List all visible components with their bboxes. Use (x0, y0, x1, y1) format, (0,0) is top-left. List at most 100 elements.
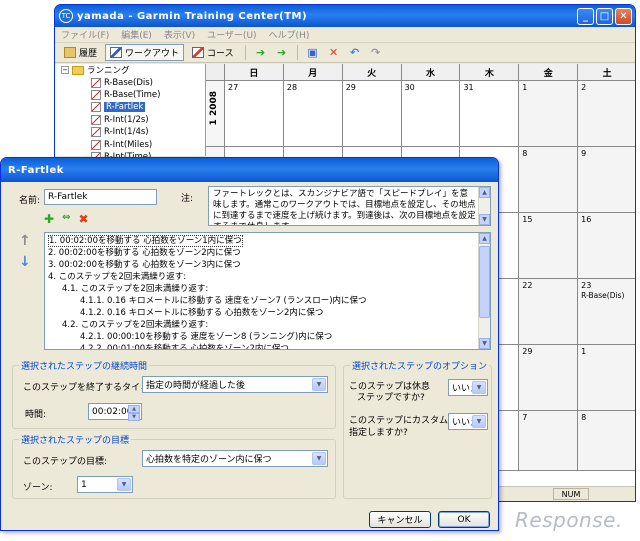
tree-folder-running[interactable]: − ランニング (55, 64, 205, 76)
tree-item-selected[interactable]: R-Fartlek (55, 101, 205, 113)
step-item[interactable]: 2. 00:02:00を移動する 心拍数をゾーン2内に保つ (48, 247, 476, 259)
step-text: 3. 00:02:00を移動する 心拍数をゾーン3内に保つ (48, 260, 241, 270)
dialog-titlebar[interactable]: R-Fartlek (1, 158, 498, 182)
scroll-down-icon[interactable]: ▼ (479, 338, 490, 349)
tree-item[interactable]: R-Base(Dis) (55, 76, 205, 88)
scroll-thumb[interactable] (479, 246, 490, 318)
tree-item[interactable]: R-Int(1/4s) (55, 126, 205, 138)
steps-list[interactable]: 1. 00:02:00を移動する 心拍数をゾーン1内に保つ 2. 00:02:00… (44, 232, 491, 350)
menu-file[interactable]: ファイル(F) (61, 28, 109, 41)
chevron-down-icon[interactable]: ▼ (117, 478, 131, 491)
history-button[interactable]: 履歴 (59, 44, 102, 61)
minimize-button[interactable]: _ (577, 7, 594, 25)
menu-user[interactable]: ユーザー(U) (207, 28, 256, 41)
step-item[interactable]: 1. 00:02:00を移動する 心拍数をゾーン1内に保つ (48, 235, 476, 247)
calendar-day-cell[interactable]: 8 (519, 147, 579, 212)
step-item[interactable]: 4.2.1. 00:00:10を移動する 速度をゾーン8 (ランニング)内に保つ (48, 331, 476, 343)
send-to-device-icon[interactable]: ➔ (252, 44, 270, 61)
collapse-icon[interactable]: − (61, 66, 69, 75)
chevron-down-icon[interactable]: ▼ (472, 381, 486, 394)
calendar-day-cell[interactable]: 30 (402, 81, 461, 146)
zone-select[interactable]: 1 ▼ (77, 476, 133, 493)
scroll-down-icon[interactable]: ▼ (479, 214, 490, 225)
menu-view[interactable]: 表示(V) (164, 28, 195, 41)
calendar-day-cell[interactable]: 15 (519, 213, 579, 278)
calendar-day-cell[interactable]: 1 (519, 81, 579, 146)
day-number: 7 (522, 413, 528, 422)
notes-scrollbar[interactable]: ▲ ▼ (478, 187, 490, 225)
step-item[interactable]: 4. このステップを2回未満繰り返す: (48, 271, 476, 283)
calendar-day-cell[interactable]: 7 (519, 411, 579, 470)
tree-item-label: R-Int(1/4s) (104, 127, 149, 138)
calendar-day-cell[interactable]: 29 (519, 345, 579, 410)
time-stepper[interactable]: 00:02:00 ▲ ▼ (88, 403, 142, 421)
close-button[interactable]: ✕ (615, 7, 632, 25)
notes-textarea[interactable]: ファートレックとは、スカンジナビア語で「スピードプレイ」を意味します。通常このワ… (208, 186, 491, 226)
tree-item[interactable]: R-Base(Time) (55, 89, 205, 101)
rest-step-select[interactable]: いいえ ▼ (448, 379, 488, 396)
toolbar-separator (244, 45, 246, 60)
main-titlebar[interactable]: TC yamada - Garmin Training Center(TM) _… (55, 5, 635, 27)
chevron-down-icon[interactable]: ▼ (472, 415, 486, 428)
repeat-step-icon[interactable]: ⇔ (62, 212, 70, 226)
calendar-day-cell[interactable]: 23 R-Base(Dis) (578, 279, 635, 344)
day-number: 8 (522, 149, 528, 158)
day-number: 8 (581, 413, 587, 422)
redo-icon[interactable]: ↷ (367, 44, 385, 61)
target-select[interactable]: 心拍数を特定のゾーン内に保つ ▼ (142, 450, 328, 467)
move-down-icon[interactable]: ↓ (19, 254, 31, 270)
delete-step-icon[interactable]: ✖ (78, 212, 88, 226)
custom-name-select[interactable]: いいえ ▼ (448, 413, 488, 430)
calendar-day-cell[interactable]: 9 (578, 147, 635, 212)
calendar-day-cell[interactable]: 31 (460, 81, 520, 146)
tree-item[interactable]: R-Int(1/2s) (55, 114, 205, 126)
menu-edit[interactable]: 編集(E) (121, 28, 152, 41)
step-item[interactable]: 4.1. このステップを2回未満繰り返す: (48, 283, 476, 295)
undo-icon[interactable]: ↶ (346, 44, 364, 61)
chevron-down-icon[interactable]: ▼ (312, 452, 326, 465)
step-item[interactable]: 3. 00:02:00を移動する 心拍数をゾーン3内に保つ (48, 259, 476, 271)
cancel-button[interactable]: キャンセル (369, 511, 431, 528)
target-label: このステップの目標: (23, 457, 108, 467)
step-text: 4.2. このステップを2回未満繰り返す: (62, 320, 209, 330)
calendar-day-cell[interactable]: 8 (578, 411, 635, 470)
calendar-day-cell[interactable]: 16 (578, 213, 635, 278)
duration-group-title: 選択されたステップの継続時間 (19, 359, 150, 372)
name-input[interactable]: R-Fartlek (44, 189, 157, 205)
chevron-down-icon[interactable]: ▼ (312, 378, 326, 391)
day-header: 火 (343, 64, 402, 80)
step-item[interactable]: 4.1.2. 0.16 キロメートルに移動する 心拍数をゾーン2内に保つ (48, 307, 476, 319)
receive-from-device-icon[interactable]: ➔ (273, 44, 291, 61)
end-timing-select[interactable]: 指定の時間が経過した後 ▼ (142, 376, 328, 393)
properties-icon[interactable]: ▣ (304, 44, 322, 61)
calendar-header: 日 月 火 水 木 金 土 (206, 64, 635, 81)
workout-tree: − ランニング R-Base(Dis) R-Base(Time) R-Fartl… (55, 64, 206, 162)
workout-button[interactable]: ワークアウト (105, 44, 185, 61)
calendar-day-cell[interactable]: 29 (343, 81, 402, 146)
calendar-day-cell[interactable]: 2 (578, 81, 635, 146)
course-button[interactable]: コース (187, 44, 239, 61)
maximize-button[interactable]: □ (596, 7, 613, 25)
scroll-up-icon[interactable]: ▲ (479, 187, 490, 198)
calendar-day-cell[interactable]: 1 (578, 345, 635, 410)
zone-value: 1 (81, 479, 87, 490)
menu-help[interactable]: ヘルプ(H) (269, 28, 310, 41)
scroll-up-icon[interactable]: ▲ (479, 233, 490, 244)
spin-icon[interactable]: ▲ ▼ (128, 405, 140, 421)
move-up-icon[interactable]: ↑ (19, 233, 31, 249)
add-step-icon[interactable]: ✚ (44, 212, 54, 226)
calendar-day-cell[interactable]: 22 (519, 279, 579, 344)
step-item[interactable]: 4.2.2. 00:01:00を移動する 心拍数をゾーン2内に保つ (48, 343, 476, 349)
step-text: 4.1.2. 0.16 キロメートルに移動する 心拍数をゾーン2内に保つ (80, 308, 324, 318)
delete-icon[interactable]: ✕ (325, 44, 343, 61)
calendar-day-cell[interactable]: 28 (284, 81, 343, 146)
calendar-event[interactable]: R-Base(Dis) (581, 291, 633, 300)
day-number: 9 (581, 149, 587, 158)
day-number: 29 (522, 347, 533, 356)
step-item[interactable]: 4.1.1. 0.16 キロメートルに移動する 速度をゾーン7 (ランスロー)内… (48, 295, 476, 307)
ok-button[interactable]: OK (438, 511, 490, 528)
calendar-day-cell[interactable]: 27 (225, 81, 284, 146)
tree-item[interactable]: R-Int(Miles) (55, 138, 205, 150)
step-item[interactable]: 4.2. このステップを2回未満繰り返す: (48, 319, 476, 331)
steps-scrollbar[interactable]: ▲ ▼ (478, 233, 490, 349)
